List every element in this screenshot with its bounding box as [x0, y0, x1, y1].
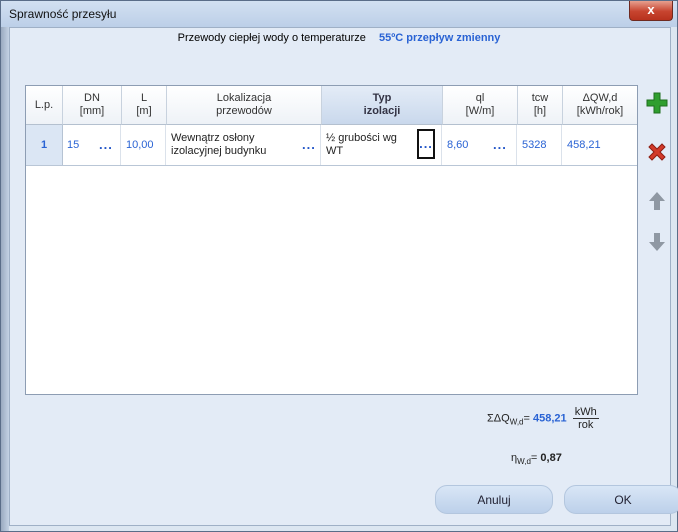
efficiency-value: 0,87 [540, 452, 562, 464]
sum-dqw-value: 458,21 [533, 412, 567, 425]
efficiency-eta: ηW,d= 0,87 [511, 452, 562, 467]
move-down-button[interactable] [645, 230, 669, 254]
arrow-up-icon [649, 192, 665, 210]
col-header-dqw[interactable]: ΔQW,d [kWh/rok] [563, 86, 637, 125]
close-button[interactable]: x [629, 1, 673, 21]
cell-l[interactable]: 10,00 [122, 125, 166, 165]
ql-ellipsis-button[interactable]: ... [493, 137, 507, 152]
lokalizacja-ellipsis-button[interactable]: ... [302, 137, 316, 152]
delete-row-button[interactable] [645, 141, 669, 165]
sum-unit: kWh rok [572, 406, 599, 431]
window-title: Sprawność przesyłu [9, 7, 117, 21]
cancel-button[interactable]: Anuluj [435, 485, 553, 514]
move-up-button[interactable] [645, 189, 669, 213]
arrow-down-icon [649, 233, 665, 251]
col-header-ql[interactable]: ql [W/m] [443, 86, 518, 125]
ok-button[interactable]: OK [564, 485, 678, 514]
col-header-dn[interactable]: DN [mm] [63, 86, 122, 125]
dialog-subtitle: Przewody ciepłej wody o temperaturze 55º… [1, 32, 677, 44]
row-number[interactable]: 1 [26, 125, 63, 165]
add-row-button[interactable] [645, 91, 669, 115]
pipes-table: L.p. DN [mm] L [m] Lokalizacja przewodów Ty… [25, 85, 638, 395]
col-header-tcw[interactable]: tcw [h] [518, 86, 563, 125]
subtitle-temperature: 55ºC przepływ zmienny [378, 32, 501, 44]
subtitle-text: Przewody ciepłej wody o temperaturze [177, 32, 366, 44]
cell-lokalizacja[interactable]: Wewnątrz osłony izolacyjnej budynku [167, 125, 321, 165]
cell-tcw[interactable]: 5328 [518, 125, 562, 165]
delete-x-icon [648, 143, 666, 161]
table-row[interactable]: 1 15 ... 10,00 Wewnątrz osłony izolacyjne… [26, 125, 637, 166]
col-header-lokalizacja[interactable]: Lokalizacja przewodów [167, 86, 322, 125]
col-header-typ-izolacji[interactable]: Typ izolacji [322, 86, 443, 125]
sum-dqw: ΣΔQW,d= 458,21 kWh rok [487, 406, 599, 431]
col-header-l[interactable]: L [m] [122, 86, 167, 125]
title-bar: Sprawność przesyłu x [1, 1, 677, 27]
window-left-edge [1, 27, 9, 531]
plus-icon [646, 92, 668, 114]
dialog-window: Sprawność przesyłu x Przewody ciepłej wo… [0, 0, 678, 532]
col-header-lp[interactable]: L.p. [26, 86, 63, 125]
cell-dqw[interactable]: 458,21 [563, 125, 637, 165]
dn-ellipsis-button[interactable]: ... [99, 137, 113, 152]
typ-izolacji-ellipsis-button[interactable]: ... [417, 129, 435, 159]
